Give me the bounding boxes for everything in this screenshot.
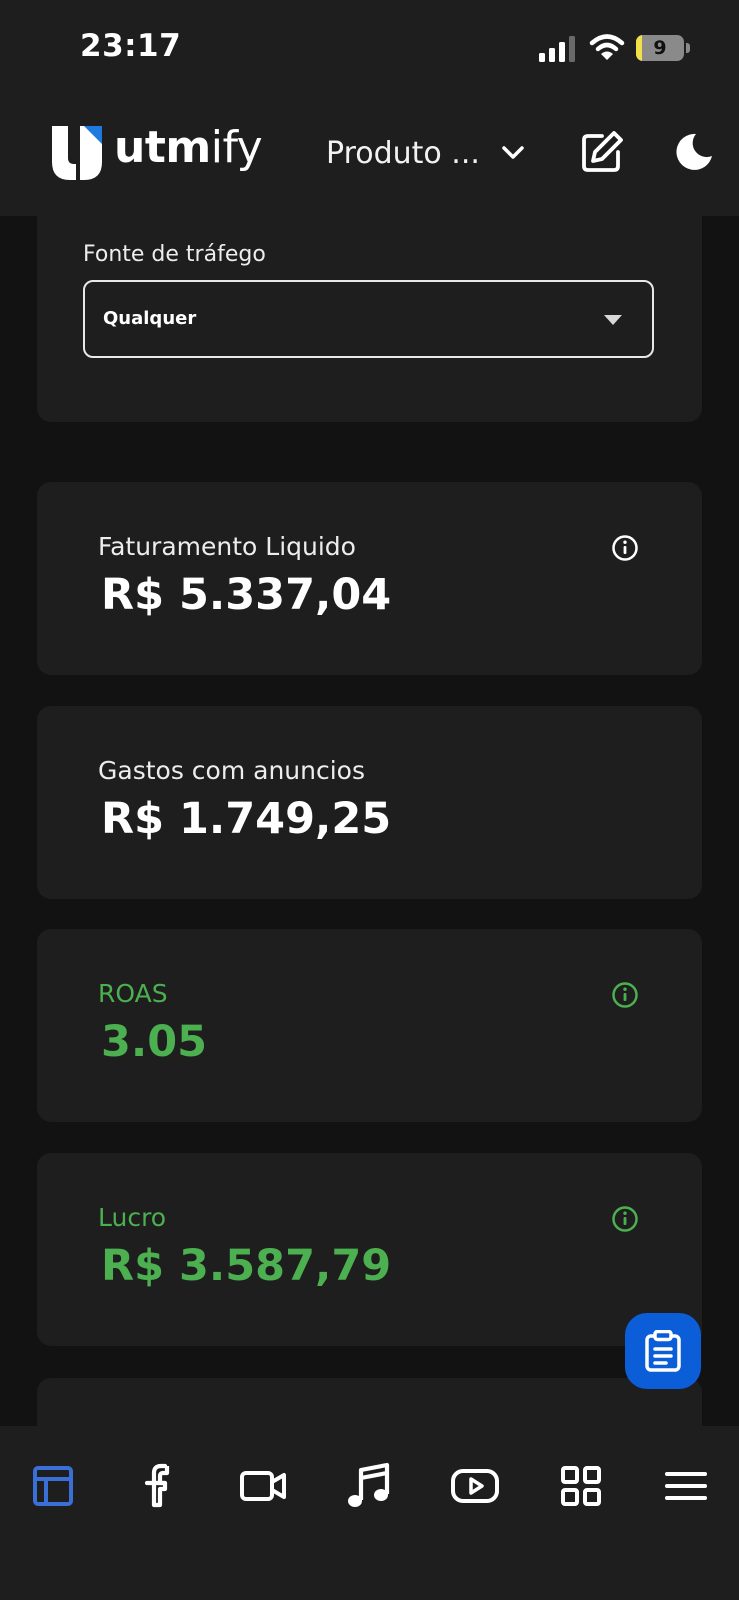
- logo-mark-icon: [52, 126, 102, 180]
- moon-icon[interactable]: [674, 132, 714, 172]
- nav-tiktok[interactable]: [339, 1456, 399, 1516]
- traffic-source-value: Qualquer: [103, 308, 197, 329]
- info-icon[interactable]: [611, 1205, 639, 1233]
- logo-wordmark-light: ify: [210, 122, 263, 173]
- tiktok-music-icon: [348, 1462, 390, 1507]
- nav-youtube[interactable]: [445, 1456, 505, 1516]
- nav-video[interactable]: [233, 1456, 293, 1516]
- menu-icon: [665, 1472, 707, 1500]
- info-icon[interactable]: [611, 534, 639, 562]
- clipboard-button[interactable]: [625, 1313, 701, 1389]
- product-selector[interactable]: Produto ...: [326, 128, 526, 178]
- battery-percent: 9: [653, 37, 667, 59]
- clipboard-icon: [645, 1330, 681, 1372]
- info-icon[interactable]: [611, 981, 639, 1009]
- metric-card-roas: ROAS 3.05: [37, 929, 702, 1122]
- youtube-icon: [451, 1469, 499, 1503]
- dashboard-icon: [33, 1466, 73, 1506]
- nav-facebook[interactable]: [129, 1456, 189, 1516]
- battery-icon: 9: [636, 35, 684, 61]
- status-bar: 23:17 9: [0, 0, 739, 100]
- metric-label: ROAS: [98, 979, 168, 1008]
- status-time: 23:17: [80, 28, 182, 64]
- chevron-down-icon: [502, 146, 524, 159]
- metric-label: Faturamento Liquido: [98, 532, 356, 561]
- metric-value: R$ 3.587,79: [101, 1241, 392, 1291]
- logo-wordmark-bold: utm: [114, 122, 211, 173]
- wifi-icon: [589, 34, 625, 60]
- logo-wordmark: utmify: [114, 120, 263, 176]
- product-selector-label: Produto ...: [326, 135, 480, 171]
- battery-cap: [686, 43, 690, 53]
- traffic-source-select[interactable]: Qualquer: [83, 280, 654, 358]
- app-screen: 23:17 9 utmify Produto ... Fonte de tráf…: [0, 0, 739, 1600]
- edit-icon[interactable]: [580, 130, 624, 174]
- nav-menu[interactable]: [656, 1456, 716, 1516]
- bottom-navigation: [0, 1426, 739, 1600]
- metric-value: R$ 5.337,04: [101, 570, 392, 620]
- traffic-source-filter-card: Fonte de tráfego Qualquer: [37, 216, 702, 422]
- grid-icon: [561, 1466, 601, 1506]
- metric-label: Gastos com anuncios: [98, 756, 365, 785]
- nav-apps[interactable]: [551, 1456, 611, 1516]
- metric-label: Lucro: [98, 1203, 167, 1232]
- metric-card-net-revenue: Faturamento Liquido R$ 5.337,04: [37, 482, 702, 675]
- metric-value: 3.05: [101, 1017, 208, 1067]
- app-header: utmify Produto ...: [0, 100, 739, 216]
- metric-card-profit: Lucro R$ 3.587,79: [37, 1153, 702, 1346]
- traffic-source-label: Fonte de tráfego: [83, 242, 266, 267]
- metric-card-ad-spend: Gastos com anuncios R$ 1.749,25: [37, 706, 702, 899]
- nav-dashboard[interactable]: [23, 1456, 83, 1516]
- video-camera-icon: [240, 1471, 286, 1501]
- facebook-icon: [144, 1463, 170, 1508]
- caret-down-icon: [604, 315, 622, 325]
- cellular-signal-icon: [539, 36, 575, 62]
- metric-value: R$ 1.749,25: [101, 794, 392, 844]
